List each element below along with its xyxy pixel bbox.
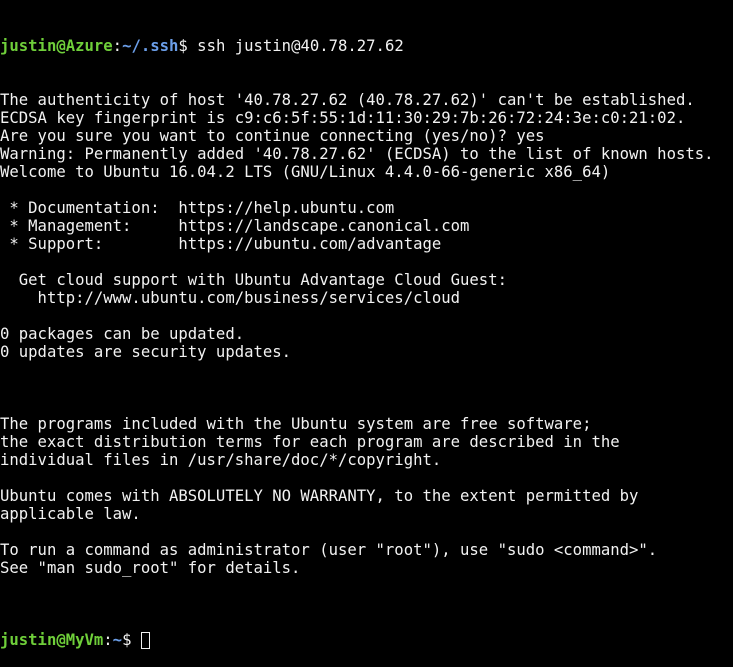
output-line: 0 updates are security updates. (0, 343, 292, 361)
prompt-separator: : (103, 631, 113, 649)
active-prompt-line[interactable]: justin@MyVm:~$ (0, 631, 733, 649)
output-line: applicable law. (0, 505, 141, 523)
prompt-line: justin@Azure:~/.ssh$ ssh justin@40.78.27… (0, 37, 733, 55)
cursor (140, 632, 150, 649)
prompt-path: ~ (112, 631, 123, 649)
output-line: Ubuntu comes with ABSOLUTELY NO WARRANTY… (0, 487, 639, 505)
output-line: Are you sure you want to continue connec… (0, 127, 545, 145)
output-line: Get cloud support with Ubuntu Advantage … (0, 271, 507, 289)
output-line: The programs included with the Ubuntu sy… (0, 415, 592, 433)
output-line: * Support: https://ubuntu.com/advantage (0, 235, 442, 253)
prompt-symbol: $ (122, 631, 132, 649)
output-line: http://www.ubuntu.com/business/services/… (0, 289, 461, 307)
output-line: To run a command as administrator (user … (0, 541, 658, 559)
prompt-separator: : (112, 37, 123, 55)
terminal-window[interactable]: justin@Azure:~/.ssh$ ssh justin@40.78.27… (0, 1, 733, 667)
prompt-user-host: justin@Azure (0, 37, 113, 55)
prompt-user-host: justin@MyVm (0, 631, 104, 649)
prompt-path: ~/.ssh (122, 37, 179, 55)
output-line: Welcome to Ubuntu 16.04.2 LTS (GNU/Linux… (0, 163, 611, 181)
prompt-symbol: $ (178, 37, 188, 55)
command-input[interactable] (131, 631, 140, 649)
output-line: See "man sudo_root" for details. (0, 559, 301, 577)
output-line: * Documentation: https://help.ubuntu.com (0, 199, 395, 217)
output-line: * Management: https://landscape.canonica… (0, 217, 470, 235)
output-line: the exact distribution terms for each pr… (0, 433, 620, 451)
output-line: 0 packages can be updated. (0, 325, 245, 343)
output-line: Warning: Permanently added '40.78.27.62'… (0, 145, 714, 163)
output-line: The authenticity of host '40.78.27.62 (4… (0, 91, 695, 109)
output-line: individual files in /usr/share/doc/*/cop… (0, 451, 442, 469)
command-text: ssh justin@40.78.27.62 (187, 37, 404, 55)
output-line: ECDSA key fingerprint is c9:c6:5f:55:1d:… (0, 109, 686, 127)
terminal-output: The authenticity of host '40.78.27.62 (4… (0, 91, 733, 595)
